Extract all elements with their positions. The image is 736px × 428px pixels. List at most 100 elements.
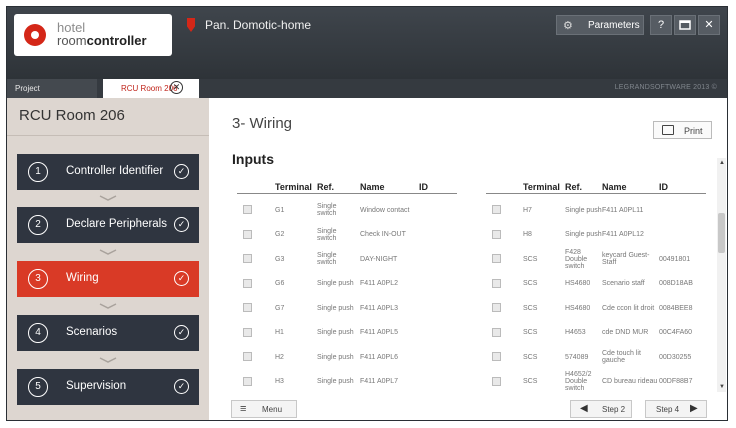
next-step-button[interactable]: Step 4 ▶ bbox=[645, 400, 707, 418]
cell-terminal: G6 bbox=[275, 280, 285, 287]
cell-name: Window contact bbox=[360, 206, 410, 214]
previous-step-button[interactable]: ◀ Step 2 bbox=[570, 400, 632, 418]
parameters-button[interactable]: ⚙ Parameters bbox=[556, 15, 644, 35]
cell-terminal: H8 bbox=[523, 231, 532, 238]
row-checkbox[interactable] bbox=[243, 303, 252, 312]
title-bar: hotel roomcontroller Pan. Domotic-home ⚙… bbox=[7, 7, 727, 79]
scroll-up-icon[interactable]: ▲ bbox=[719, 160, 725, 166]
row-checkbox[interactable] bbox=[492, 352, 501, 361]
row-checkbox[interactable] bbox=[243, 376, 252, 386]
table-row: H7 Single push F411 A0PL11 bbox=[486, 198, 706, 222]
step-label: Wiring bbox=[66, 272, 99, 284]
step-label: Scenarios bbox=[66, 326, 118, 338]
menu-button[interactable]: ≡ Menu bbox=[231, 400, 297, 418]
row-checkbox[interactable] bbox=[492, 278, 501, 288]
print-button[interactable]: Print bbox=[653, 121, 712, 139]
row-checkbox[interactable] bbox=[492, 303, 501, 312]
step-number-badge: 4 bbox=[28, 323, 48, 343]
col-name: Name bbox=[360, 182, 385, 192]
menu-label: Menu bbox=[262, 405, 283, 414]
step-label: Supervision bbox=[66, 380, 127, 392]
cell-terminal: SCS bbox=[523, 378, 538, 385]
cell-terminal: G7 bbox=[275, 304, 285, 312]
row-checkbox[interactable] bbox=[243, 327, 252, 337]
cell-ref: Single switch bbox=[317, 252, 337, 266]
cell-id bbox=[419, 370, 463, 394]
check-icon: ✓ bbox=[174, 217, 189, 232]
table-row: SCS HS4680 Cde ccon lit droit 0084BEE8 bbox=[486, 296, 706, 320]
logo-controller-word: controller bbox=[86, 33, 147, 48]
tab-rcu-room-206[interactable]: RCU Room 206 ✕ bbox=[103, 79, 199, 98]
cell-ref: Single push bbox=[317, 304, 354, 312]
row-checkbox[interactable] bbox=[492, 205, 501, 214]
table-row: SCS HS4680 Scenario staff 008D18AB bbox=[486, 272, 706, 296]
sidebar-divider bbox=[7, 135, 209, 136]
step-wiring[interactable]: 3 Wiring ✓ bbox=[17, 261, 199, 297]
table-row: G3 Single switch DAY-NIGHT bbox=[237, 247, 457, 271]
cell-name: F411 A0PL2 bbox=[360, 280, 399, 287]
step-controller-identifier[interactable]: 1 Controller Identifier ✓ bbox=[17, 154, 199, 190]
scrollbar-thumb[interactable] bbox=[718, 213, 725, 253]
table-header: Terminal Ref. Name ID bbox=[486, 178, 706, 194]
scroll-down-icon[interactable]: ▼ bbox=[719, 384, 725, 390]
close-tab-icon[interactable]: ✕ bbox=[170, 81, 183, 94]
cell-terminal: SCS bbox=[523, 255, 538, 263]
row-checkbox[interactable] bbox=[492, 254, 501, 263]
cell-name: F411 A0PL12 bbox=[602, 231, 644, 238]
col-name: Name bbox=[602, 182, 627, 192]
cell-terminal: H2 bbox=[275, 353, 284, 361]
row-checkbox[interactable] bbox=[492, 229, 501, 239]
cell-ref: HS4680 bbox=[565, 280, 591, 287]
table-row: H1 Single push F411 A0PL5 bbox=[237, 321, 457, 345]
chevron-down-icon bbox=[99, 357, 117, 363]
row-checkbox[interactable] bbox=[492, 376, 501, 386]
inputs-heading: Inputs bbox=[232, 151, 274, 167]
row-checkbox[interactable] bbox=[243, 229, 252, 239]
close-window-button[interactable]: ✕ bbox=[698, 15, 720, 35]
cell-name: DAY-NIGHT bbox=[360, 255, 398, 263]
cell-ref: Single push bbox=[317, 353, 354, 361]
cell-name: Cde touch lit gauche bbox=[602, 350, 641, 364]
row-checkbox[interactable] bbox=[243, 278, 252, 288]
row-checkbox[interactable] bbox=[243, 254, 252, 263]
logo-gear-icon bbox=[24, 24, 46, 46]
cell-terminal: SCS bbox=[523, 329, 538, 336]
tab-room-label: RCU Room 206 bbox=[121, 84, 178, 93]
table-row: H3 Single push F411 A0PL7 bbox=[237, 370, 457, 394]
help-button[interactable]: ? bbox=[650, 15, 672, 35]
sidebar-title: RCU Room 206 bbox=[19, 107, 125, 124]
cell-id bbox=[659, 223, 703, 247]
table-row: G1 Single switch Window contact bbox=[237, 198, 457, 222]
cell-name: Check IN-OUT bbox=[360, 231, 406, 238]
vertical-scrollbar[interactable]: ▲ ▼ bbox=[717, 158, 726, 392]
cell-terminal: SCS bbox=[523, 304, 538, 312]
maximize-icon bbox=[679, 20, 691, 30]
row-checkbox[interactable] bbox=[243, 205, 252, 214]
col-ref: Ref. bbox=[565, 182, 583, 192]
print-label: Print bbox=[684, 126, 703, 136]
row-checkbox[interactable] bbox=[243, 352, 252, 361]
step-number-badge: 1 bbox=[28, 162, 48, 182]
cell-ref: Single push bbox=[317, 280, 354, 287]
check-icon: ✓ bbox=[174, 379, 189, 394]
step-label: Declare Peripherals bbox=[66, 218, 167, 230]
cell-id: 00C4FA60 bbox=[659, 329, 693, 336]
cell-name: Scenario staff bbox=[602, 280, 645, 287]
cell-ref: F428 Double switch bbox=[565, 248, 588, 270]
step-declare-peripherals[interactable]: 2 Declare Peripherals ✓ bbox=[17, 207, 199, 243]
cell-name: CD bureau rideau bbox=[602, 378, 658, 385]
tab-bar: Project RCU Room 206 ✕ LEGRANDSOFTWARE 2… bbox=[7, 79, 727, 98]
maximize-button[interactable] bbox=[674, 15, 696, 35]
step-scenarios[interactable]: 4 Scenarios ✓ bbox=[17, 315, 199, 351]
tab-project[interactable]: Project bbox=[7, 79, 97, 98]
cell-terminal: SCS bbox=[523, 280, 538, 287]
next-step-label: Step 4 bbox=[656, 405, 680, 414]
step-number-badge: 5 bbox=[28, 377, 48, 397]
cell-id: 008D18AB bbox=[659, 280, 693, 287]
hamburger-menu-icon: ≡ bbox=[240, 403, 247, 415]
step-supervision[interactable]: 5 Supervision ✓ bbox=[17, 369, 199, 405]
logo-room-word: room bbox=[57, 33, 87, 48]
prev-step-label: Step 2 bbox=[602, 405, 626, 414]
table-row: SCS F428 Double switch keycard Guest-Staff… bbox=[486, 247, 706, 271]
row-checkbox[interactable] bbox=[492, 327, 501, 337]
